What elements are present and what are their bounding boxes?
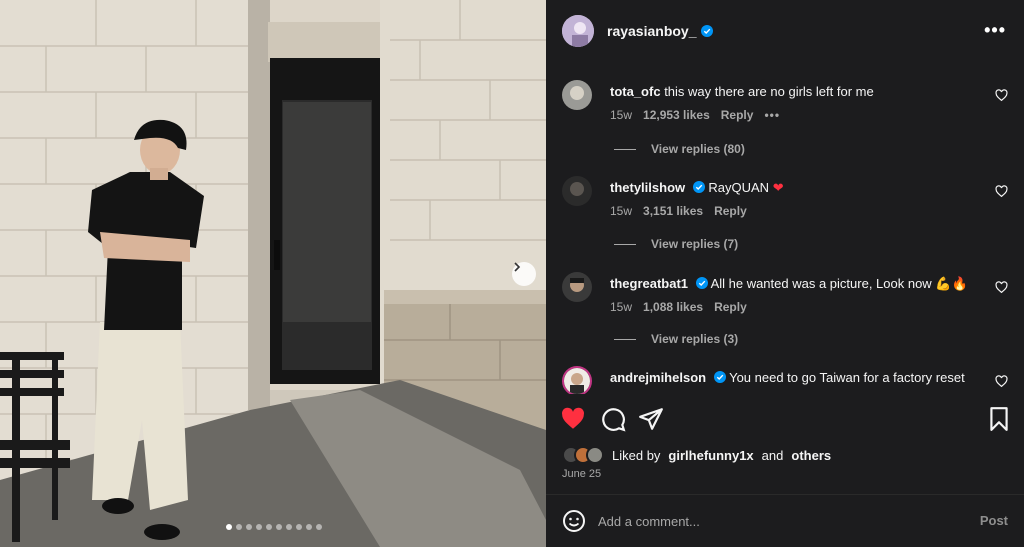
view-replies-label: View replies (3) bbox=[651, 332, 739, 346]
comment-text: RayQUAN bbox=[708, 180, 770, 195]
carousel-dot bbox=[226, 524, 232, 530]
carousel-dot bbox=[266, 524, 272, 530]
commenter-avatar[interactable] bbox=[562, 176, 592, 206]
commenter-avatar[interactable] bbox=[562, 272, 592, 302]
comment-body: thetylilshow RayQUAN ❤ bbox=[610, 180, 970, 196]
carousel-dot bbox=[286, 524, 292, 530]
avatar-image bbox=[564, 368, 590, 394]
comment-emoji: 💪🔥 bbox=[935, 276, 968, 291]
comment-author[interactable]: thegreatbat1 bbox=[610, 276, 688, 291]
reply-button[interactable]: Reply bbox=[721, 108, 754, 122]
view-replies-button[interactable]: View replies (3) bbox=[614, 332, 738, 346]
comments-list[interactable]: tota_ofc this way there are no girls lef… bbox=[546, 62, 1024, 394]
comment-emoji: ❤ bbox=[772, 180, 784, 195]
view-replies-label: View replies (80) bbox=[651, 142, 745, 156]
author-avatar[interactable] bbox=[562, 15, 594, 47]
carousel-dot bbox=[256, 524, 262, 530]
comment-age: 15w bbox=[610, 204, 633, 218]
verified-badge-icon bbox=[695, 277, 708, 289]
carousel-dot bbox=[236, 524, 242, 530]
replies-divider bbox=[614, 338, 636, 340]
comment-like-icon[interactable] bbox=[995, 89, 1008, 102]
replies-divider bbox=[614, 148, 636, 150]
comment-age: 15w bbox=[610, 108, 633, 122]
carousel-dot bbox=[316, 524, 322, 530]
view-replies-label: View replies (7) bbox=[651, 237, 739, 251]
comment-more-button[interactable]: ••• bbox=[764, 108, 780, 122]
comment-author[interactable]: thetylilshow bbox=[610, 180, 685, 195]
verified-badge-icon bbox=[700, 25, 713, 37]
comment-input[interactable] bbox=[598, 509, 958, 533]
comment-text: this way there are no girls left for me bbox=[664, 84, 874, 99]
post-actions bbox=[546, 400, 1024, 440]
chevron-right-icon bbox=[514, 262, 521, 272]
comment-bubble-icon[interactable] bbox=[600, 406, 626, 432]
comment-author[interactable]: andrejmihelson bbox=[610, 370, 706, 385]
reply-button[interactable]: Reply bbox=[714, 204, 747, 218]
comment-like-icon[interactable] bbox=[995, 375, 1008, 388]
comment-likes[interactable]: 12,953 likes bbox=[643, 108, 710, 122]
add-comment-bar: Post bbox=[546, 495, 1024, 547]
comment-age: 15w bbox=[610, 300, 633, 314]
post-detail-panel: rayasianboy_ ••• tota_ofc this way there… bbox=[546, 0, 1024, 547]
more-options-button[interactable]: ••• bbox=[984, 20, 1006, 41]
photo-scene bbox=[0, 0, 546, 547]
comment-likes[interactable]: 3,151 likes bbox=[643, 204, 703, 218]
carousel-indicator bbox=[226, 524, 322, 530]
commenter-avatar[interactable] bbox=[562, 80, 592, 110]
reply-button[interactable]: Reply bbox=[714, 300, 747, 314]
carousel-dot bbox=[296, 524, 302, 530]
view-replies-button[interactable]: View replies (7) bbox=[614, 237, 738, 251]
liked-by-others[interactable]: others bbox=[791, 448, 831, 463]
author-username[interactable]: rayasianboy_ bbox=[607, 23, 697, 39]
comment-body: tota_ofc this way there are no girls lef… bbox=[610, 84, 970, 100]
carousel-dot bbox=[246, 524, 252, 530]
next-photo-button[interactable] bbox=[512, 262, 536, 286]
post-date[interactable]: June 25 bbox=[562, 468, 601, 480]
verified-badge-icon bbox=[713, 371, 726, 383]
paper-plane-icon[interactable] bbox=[638, 406, 664, 432]
liked-by-user[interactable]: girlhefunny1x bbox=[668, 448, 753, 463]
verified-badge-icon bbox=[692, 181, 705, 193]
comment-body: thegreatbat1 All he wanted was a picture… bbox=[610, 276, 970, 292]
comment-meta: 15w 1,088 likes Reply bbox=[610, 300, 747, 314]
heart-filled-icon[interactable] bbox=[560, 406, 586, 432]
post-header: rayasianboy_ ••• bbox=[546, 0, 1024, 62]
commenter-avatar[interactable] bbox=[562, 366, 592, 394]
comment-author[interactable]: tota_ofc bbox=[610, 84, 661, 99]
liker-avatar bbox=[586, 446, 604, 464]
comment-text: All he wanted was a picture, Look now bbox=[710, 276, 932, 291]
carousel-dot bbox=[276, 524, 282, 530]
comment-body: andrejmihelson You need to go Taiwan for… bbox=[610, 370, 970, 386]
avatar-image bbox=[562, 80, 592, 110]
carousel-dot bbox=[306, 524, 312, 530]
post-photo[interactable] bbox=[0, 0, 546, 547]
post-comment-button[interactable]: Post bbox=[980, 513, 1008, 528]
comment-likes[interactable]: 1,088 likes bbox=[643, 300, 703, 314]
view-replies-button[interactable]: View replies (80) bbox=[614, 142, 745, 156]
liker-avatars bbox=[562, 446, 604, 464]
comment-like-icon[interactable] bbox=[995, 281, 1008, 294]
comment-meta: 15w 12,953 likes Reply ••• bbox=[610, 108, 780, 122]
liked-by-prefix: Liked by bbox=[612, 447, 661, 463]
comment-like-icon[interactable] bbox=[995, 185, 1008, 198]
avatar-image bbox=[562, 272, 592, 302]
smiley-icon[interactable] bbox=[562, 509, 586, 533]
comment-text: You need to go Taiwan for a factory rese… bbox=[729, 370, 965, 385]
liked-by-and: and bbox=[761, 447, 784, 463]
comment-meta: 15w 3,151 likes Reply bbox=[610, 204, 747, 218]
avatar-image bbox=[562, 176, 592, 206]
bookmark-icon[interactable] bbox=[986, 406, 1012, 432]
avatar-image bbox=[562, 15, 594, 47]
replies-divider bbox=[614, 243, 636, 245]
liked-by-summary[interactable]: Liked by girlhefunny1x and others bbox=[562, 446, 831, 464]
